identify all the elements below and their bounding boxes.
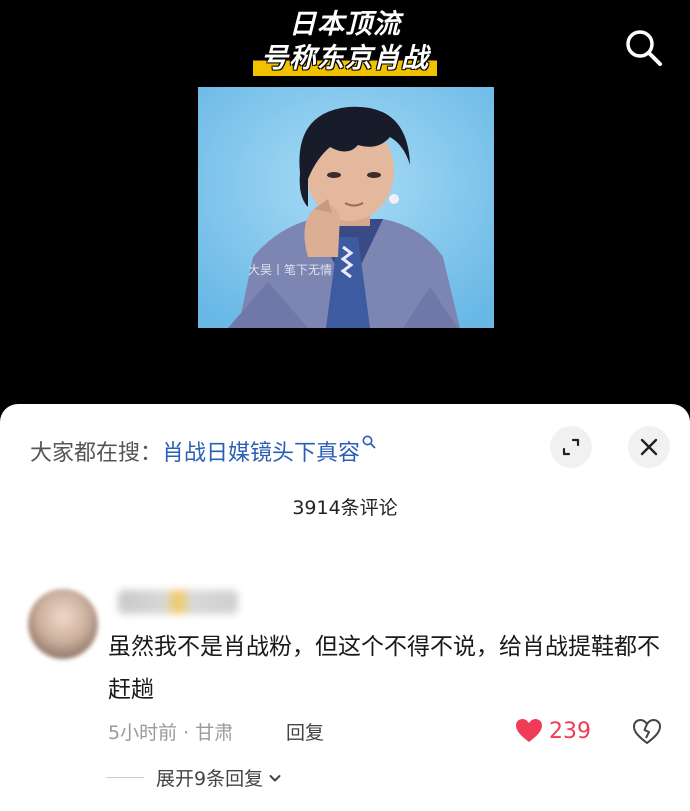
caption-line-1: 日本顶流: [289, 9, 401, 40]
close-icon: [640, 438, 658, 456]
close-panel-button[interactable]: [628, 426, 670, 468]
comment-count: 3914条评论: [292, 497, 398, 519]
like-count: 239: [549, 718, 591, 744]
performer-image: [198, 87, 494, 328]
comment-time-location: 5小时前 · 甘肃: [108, 722, 234, 744]
comments-panel: 大家都在搜：肖战日媒镜头下真容 3914条评论 虽然我不是肖战粉，但这个不得不说…: [0, 404, 690, 811]
divider: [106, 777, 144, 778]
expand-replies-button[interactable]: 展开9条回复: [106, 764, 283, 791]
expand-panel-button[interactable]: [550, 426, 592, 468]
hot-search-prefix: 大家都在搜：: [30, 441, 163, 466]
dislike-icon: [632, 718, 662, 745]
dislike-button[interactable]: [632, 716, 662, 746]
chevron-down-icon: [269, 774, 281, 781]
expand-icon: [562, 438, 580, 456]
search-button[interactable]: [622, 26, 666, 70]
search-icon: [626, 30, 662, 66]
video-frame: 大昊丨笔下无情: [198, 87, 494, 328]
reply-button[interactable]: 回复: [286, 718, 324, 745]
caption-line-2: 号称东京肖战: [253, 42, 437, 76]
like-button[interactable]: 239: [515, 716, 591, 746]
video-player[interactable]: 日本顶流 号称东京肖战 大昊丨笔下无情: [0, 0, 690, 420]
heart-icon: [516, 719, 542, 742]
comment-text: 虽然我不是肖战粉，但这个不得不说，给肖战提鞋都不赶趟: [108, 634, 660, 703]
video-caption: 日本顶流 号称东京肖战: [0, 8, 690, 76]
video-watermark: 大昊丨笔下无情: [248, 263, 333, 277]
hot-search-link[interactable]: 肖战日媒镜头下真容: [162, 441, 360, 466]
expand-replies-label: 展开9条回复: [156, 768, 264, 790]
avatar[interactable]: [28, 589, 98, 659]
hot-search-bar[interactable]: 大家都在搜：肖战日媒镜头下真容: [30, 434, 377, 467]
username-blurred[interactable]: [118, 590, 238, 614]
search-small-icon: [362, 435, 376, 449]
